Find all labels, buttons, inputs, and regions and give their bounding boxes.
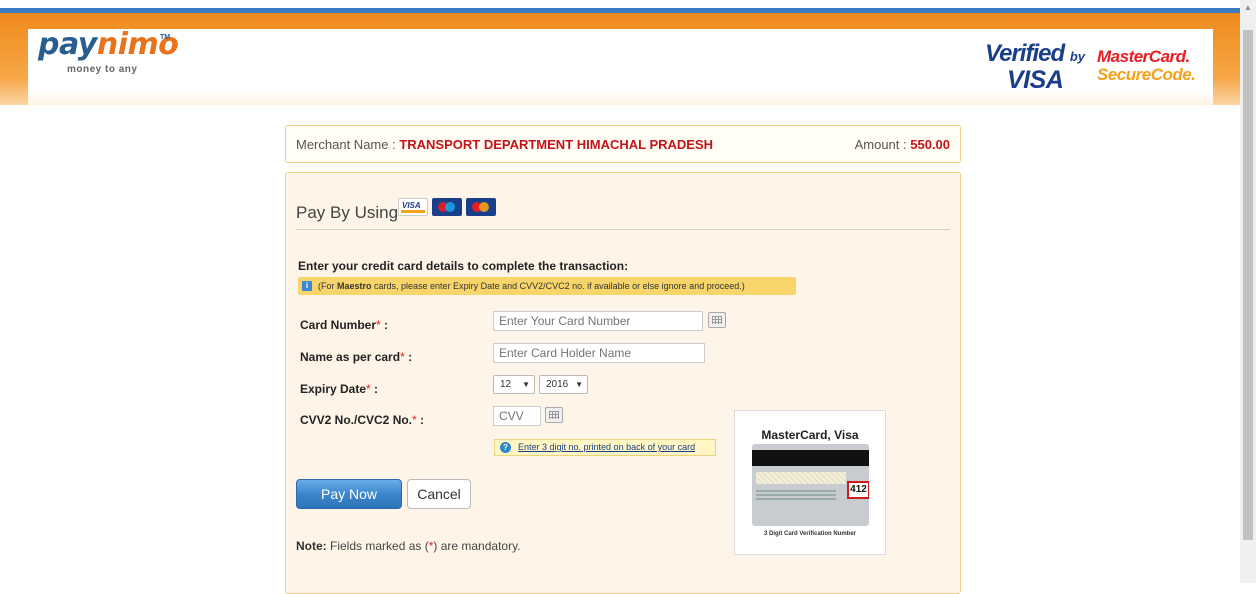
name-on-card-label: Name as per card* :: [300, 350, 412, 364]
paynimo-logo: paynimo TM money to any: [38, 27, 179, 76]
maestro-note-suffix: cards, please enter Expiry Date and CVV2…: [371, 281, 745, 291]
logo-tagline: money to any: [67, 64, 138, 75]
name-on-card-label-text: Name as per card: [300, 350, 401, 364]
pay-now-button[interactable]: Pay Now: [296, 479, 402, 509]
colon: :: [380, 318, 389, 332]
colon: :: [404, 350, 413, 364]
visa-card-icon: VISA: [398, 198, 428, 216]
cvv-number-box: 412: [847, 481, 869, 499]
card-number-input[interactable]: [493, 311, 703, 331]
card-back-image: 412: [752, 444, 869, 526]
instruction-text: Enter your credit card details to comple…: [298, 259, 629, 273]
logo-trademark: TM: [160, 34, 171, 41]
verified-by-visa-logo: Verified by VISA: [985, 42, 1085, 94]
logo-nimo: nimo: [96, 27, 179, 62]
pay-by-label: Pay By Using: [296, 203, 399, 222]
keypad-icon[interactable]: [545, 407, 563, 423]
logo-wordmark: paynimo: [38, 27, 179, 62]
mcsc-mastercard: MasterCard.: [1097, 47, 1190, 66]
cvv-hint: ? Enter 3 digit no. printed on back of y…: [494, 439, 716, 456]
maestro-note-text: (For Maestro cards, please enter Expiry …: [318, 277, 745, 295]
card-number-label: Card Number* :: [300, 318, 388, 332]
mandatory-note: Note: Fields marked as (*) are mandatory…: [296, 539, 521, 553]
top-strip: [0, 0, 1240, 8]
merchant-bar: Merchant Name : TRANSPORT DEPARTMENT HIM…: [285, 125, 961, 163]
vbv-line1: Verified by: [985, 42, 1085, 69]
help-icon: ?: [500, 442, 511, 453]
visa-card-text: VISA: [402, 201, 421, 210]
mcsc-securecode: SecureCode.: [1097, 65, 1196, 84]
info-icon: i: [302, 281, 312, 291]
merchant-name-value: TRANSPORT DEPARTMENT HIMACHAL PRADESH: [399, 137, 714, 152]
signature-strip: [756, 472, 846, 484]
cvv-label: CVV2 No./CVC2 No.* :: [300, 413, 424, 427]
colon: :: [416, 413, 425, 427]
maestro-note: i (For Maestro cards, please enter Expir…: [298, 277, 796, 295]
scroll-thumb[interactable]: [1243, 30, 1253, 540]
cvv-input[interactable]: [493, 406, 541, 426]
expiry-year-value: 2016: [546, 379, 569, 390]
mastercard-securecode-logo: MasterCard. SecureCode.: [1097, 48, 1207, 84]
vertical-scrollbar[interactable]: ▲: [1240, 0, 1256, 583]
cvv-card-title: MasterCard, Visa: [761, 428, 859, 442]
cvv-card-illustration: MasterCard, Visa 412 3 Digit Card Verifi…: [734, 410, 886, 555]
divider: [296, 229, 950, 230]
logo-pay: pay: [38, 27, 97, 62]
merchant-name: Merchant Name : TRANSPORT DEPARTMENT HIM…: [296, 137, 713, 152]
card-number-label-text: Card Number: [300, 318, 377, 332]
cancel-button[interactable]: Cancel: [407, 479, 471, 509]
amount-label: Amount :: [854, 137, 911, 152]
payment-panel: Pay By Using VISA Enter your credit card…: [285, 172, 961, 594]
card-holder-name-input[interactable]: [493, 343, 705, 363]
note-label: Note:: [296, 539, 327, 553]
cvv-card-caption: 3 Digit Card Verification Number: [763, 531, 857, 537]
chevron-down-icon: ▼: [575, 380, 583, 389]
vbv-verified: Verified: [985, 40, 1065, 67]
amount: Amount : 550.00: [855, 137, 950, 152]
merchant-name-label: Merchant Name :: [296, 137, 400, 152]
chevron-down-icon: ▼: [522, 380, 530, 389]
expiry-month-select[interactable]: 12 ▼: [493, 375, 535, 394]
note-text-before: Fields marked as (: [326, 539, 429, 553]
amount-value: 550.00: [910, 137, 950, 152]
scroll-up-icon[interactable]: ▲: [1240, 0, 1256, 16]
note-text-after: ) are mandatory.: [433, 539, 521, 553]
fine-print: [756, 490, 836, 492]
keypad-icon[interactable]: [708, 312, 726, 328]
expiry-year-select[interactable]: 2016 ▼: [539, 375, 588, 394]
maestro-card-icon: [432, 198, 462, 216]
mastercard-card-icon: [466, 198, 496, 216]
cvv-hint-link[interactable]: Enter 3 digit no. printed on back of you…: [518, 440, 695, 455]
maestro-note-bold: Maestro: [337, 281, 372, 291]
colon: :: [370, 382, 379, 396]
cvv-label-text: CVV2 No./CVC2 No.: [300, 413, 413, 427]
expiry-month-value: 12: [500, 379, 512, 390]
vbv-visa: VISA: [1007, 66, 1064, 94]
expiry-date-label: Expiry Date* :: [300, 382, 378, 396]
magnetic-stripe: [752, 450, 869, 466]
vbv-by: by: [1069, 49, 1085, 64]
expiry-date-label-text: Expiry Date: [300, 382, 367, 396]
maestro-note-prefix: (For: [318, 281, 337, 291]
